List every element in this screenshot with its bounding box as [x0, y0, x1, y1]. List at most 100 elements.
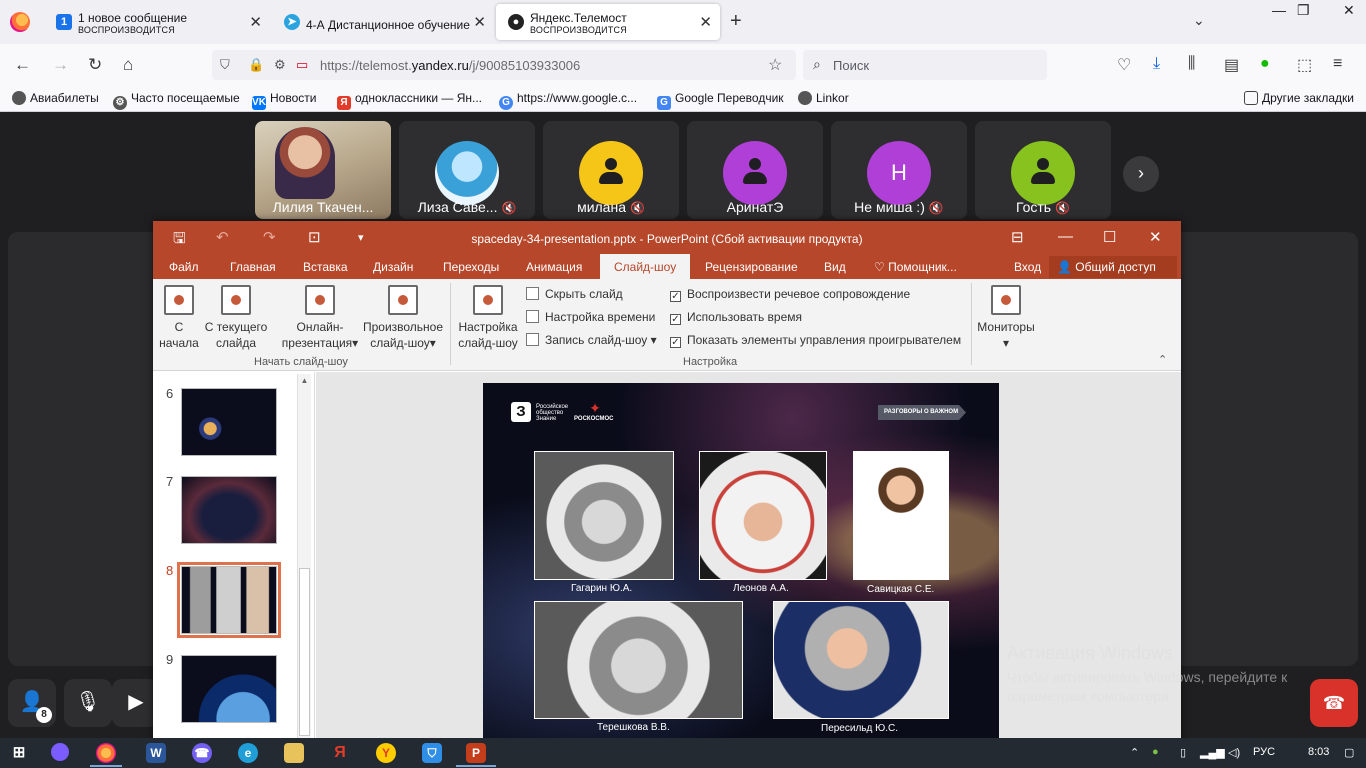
reload-icon[interactable]: ↻ [88, 55, 102, 75]
tab-review[interactable]: Рецензирование [705, 260, 798, 274]
tab-telemost[interactable]: ● Яндекс.Телемост ВОСПРОИЗВОДИТСЯ ✕ [496, 4, 720, 40]
scrollbar-thumb[interactable] [299, 568, 310, 736]
language-indicator[interactable]: РУС [1253, 746, 1275, 758]
share-button[interactable]: 👤 Общий доступ [1049, 256, 1177, 278]
tab-assistant[interactable]: ♡ Помощник... [874, 260, 957, 274]
back-icon[interactable]: ← [14, 55, 31, 75]
participant-tile[interactable]: милана 🔇 [543, 121, 679, 219]
library-icon[interactable]: ⫼ [1188, 55, 1195, 73]
bookmark-item[interactable]: Linkor [798, 91, 849, 105]
bookmark-item[interactable]: Авиабилеты [12, 91, 99, 105]
slide-thumbnail[interactable] [181, 655, 277, 723]
monitors-button[interactable]: Мониторы ▾ [973, 285, 1039, 351]
tab-slideshow[interactable]: Слайд-шоу [600, 254, 691, 279]
extension-check-icon[interactable]: ● [1260, 55, 1270, 73]
slide-thumbnail[interactable] [181, 388, 277, 456]
tab-view[interactable]: Вид [824, 260, 846, 274]
tab-home[interactable]: Главная [230, 260, 276, 274]
online-presentation-button[interactable]: Онлайн-презентация▾ [279, 285, 361, 351]
chevron-down-icon[interactable]: ⌄ [1193, 12, 1205, 29]
tray-expand-icon[interactable]: ⌃ [1130, 746, 1139, 759]
close-icon[interactable]: ✕ [249, 13, 262, 31]
participant-tile[interactable]: Гость 🔇 [975, 121, 1111, 219]
tab-messages[interactable]: 1 1 новое сообщение ВОСПРОИЗВОДИТСЯ ✕ [44, 4, 270, 40]
tab-telegram[interactable]: ➤ 4-А Дистанционное обучение ✕ [272, 4, 494, 40]
close-icon[interactable]: ✕ [699, 13, 712, 31]
alice-icon[interactable] [51, 743, 69, 761]
ribbon-display-icon[interactable]: ⊟ [1011, 228, 1024, 246]
slide-thumbnail[interactable] [177, 562, 281, 638]
home-icon[interactable]: ⌂ [123, 55, 133, 75]
close-window-button[interactable]: ✕ [1149, 228, 1162, 246]
bookmark-item[interactable]: ⚙ Часто посещаемые [113, 91, 240, 110]
firefox-icon[interactable] [96, 743, 116, 763]
clock[interactable]: 8:03 [1308, 746, 1329, 758]
minimize-button[interactable]: — [1272, 2, 1286, 18]
notifications-icon[interactable]: ▢ [1344, 746, 1354, 759]
show-media-controls-checkbox[interactable]: ✓ Показать элементы управления проигрыват… [670, 333, 961, 348]
slide-canvas[interactable]: З Российское общество Знание ✦ РОСКОСМОС… [483, 383, 999, 738]
participant-tile[interactable]: Лиза Саве... 🔇 [399, 121, 535, 219]
close-icon[interactable]: ✕ [473, 13, 486, 31]
battery-icon[interactable]: ▯ [1180, 746, 1186, 759]
tab-insert[interactable]: Вставка [303, 260, 348, 274]
download-icon[interactable]: ⤓ [1153, 55, 1160, 73]
participant-tile[interactable]: Н Не миша :) 🔇 [831, 121, 967, 219]
bookmark-item[interactable]: G Google Переводчик [657, 91, 784, 110]
hide-slide-button[interactable]: Скрыть слайд [526, 287, 623, 301]
url-bar[interactable]: ⛉ 🔒 ⚙ ▭ https://telemost.yandex.ru/j/900… [212, 50, 796, 80]
search-input[interactable]: ⌕ Поиск [803, 50, 1047, 80]
setup-slideshow-button[interactable]: Настройка слайд-шоу [455, 285, 521, 351]
microphone-button[interactable]: 🎙 [64, 679, 112, 727]
scroll-up-icon[interactable]: ▲ [298, 374, 311, 388]
maximize-button[interactable]: ☐ [1103, 228, 1116, 246]
file-explorer-icon[interactable] [284, 743, 304, 763]
other-bookmarks[interactable]: Другие закладки [1244, 91, 1354, 105]
minimize-button[interactable]: — [1058, 228, 1073, 245]
forward-icon[interactable]: → [52, 55, 69, 75]
permissions-icon[interactable]: ⚙ [274, 57, 286, 73]
volume-icon[interactable]: ◁) [1228, 746, 1240, 759]
participant-tile[interactable]: Лилия Ткачен... [255, 121, 391, 219]
use-timings-checkbox[interactable]: ✓ Использовать время [670, 310, 802, 325]
word-icon[interactable]: W [146, 743, 166, 763]
tray-app-icon[interactable]: ● [1152, 746, 1159, 758]
star-icon[interactable]: ☆ [768, 55, 782, 75]
lock-icon[interactable]: 🔒 [248, 57, 264, 73]
yandex-icon[interactable]: Я [330, 743, 350, 763]
custom-slideshow-button[interactable]: Произвольное слайд-шоу▾ [361, 285, 445, 351]
camera-icon[interactable]: ▭ [296, 57, 308, 73]
menu-icon[interactable]: ≡ [1333, 55, 1342, 73]
play-narrations-checkbox[interactable]: ✓ Воспроизвести речевое сопровождение [670, 287, 910, 302]
firefox-icon[interactable] [10, 12, 30, 32]
participant-tile[interactable]: АринатЭ [687, 121, 823, 219]
extensions-icon[interactable]: ⬚ [1297, 55, 1312, 75]
sidebar-icon[interactable]: ▤ [1224, 55, 1239, 75]
network-icon[interactable]: ▂▄▆ [1200, 746, 1225, 759]
rehearse-timings-button[interactable]: Настройка времени [526, 310, 655, 324]
bookmark-item[interactable]: Яодноклассники — Ян... [337, 91, 482, 110]
security-icon[interactable]: ⛉ [422, 743, 442, 763]
bookmark-item[interactable]: Ghttps://www.google.c... [499, 91, 637, 110]
yandex-browser-icon[interactable]: Y [376, 743, 396, 763]
windows-start-icon[interactable]: ⊞ [9, 743, 29, 763]
new-tab-button[interactable]: + [730, 10, 742, 33]
record-slideshow-button[interactable]: Запись слайд-шоу ▾ [526, 333, 657, 347]
tab-transitions[interactable]: Переходы [443, 260, 499, 274]
pocket-icon[interactable]: ♡ [1117, 55, 1131, 75]
bookmark-item[interactable]: VK Новости [252, 91, 316, 110]
edge-icon[interactable]: e [238, 743, 258, 763]
from-beginning-button[interactable]: Сначала [159, 285, 199, 351]
close-window-button[interactable]: ✕ [1343, 2, 1355, 19]
collapse-ribbon-icon[interactable]: ⌃ [1158, 353, 1167, 366]
participants-button[interactable]: 👤 8 [8, 679, 56, 727]
shield-icon[interactable]: ⛉ [220, 57, 230, 73]
thumbnails-scrollbar[interactable]: ▲ ▼ [297, 374, 311, 749]
next-participants-button[interactable]: › [1123, 156, 1159, 192]
powerpoint-icon[interactable]: P [466, 743, 486, 763]
tab-design[interactable]: Дизайн [373, 260, 413, 274]
login-link[interactable]: Вход [1014, 260, 1041, 274]
tab-animation[interactable]: Анимация [526, 260, 582, 274]
maximize-button[interactable]: ❐ [1297, 2, 1310, 19]
viber-icon[interactable]: ☎ [192, 743, 212, 763]
